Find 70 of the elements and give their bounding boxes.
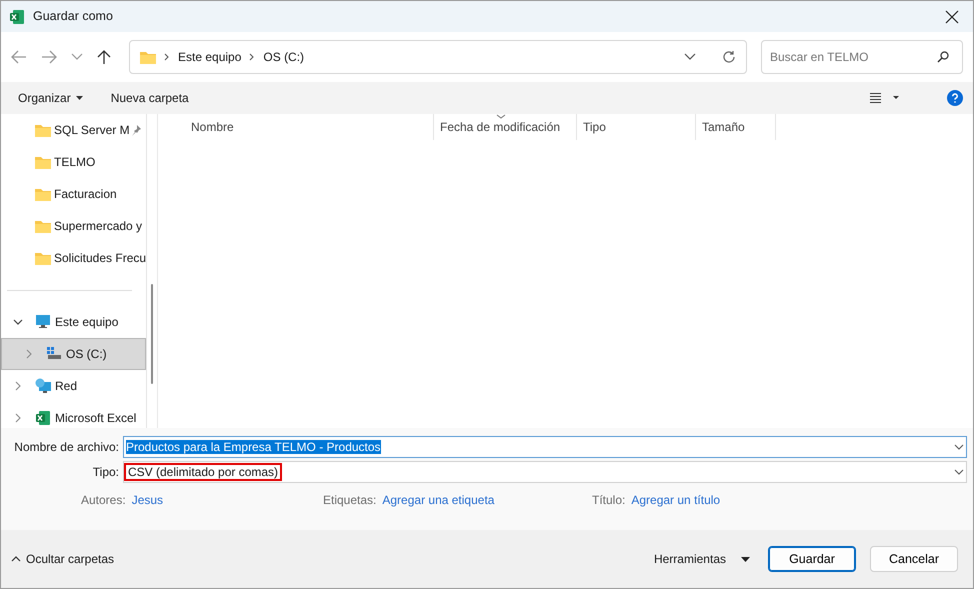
file-type-label: Tipo: <box>92 464 120 481</box>
search-field[interactable]: Buscar en TELMO <box>761 40 963 74</box>
caret-icon <box>76 96 83 100</box>
tree-item[interactable]: Este equipo <box>1 306 146 338</box>
sort-icon <box>496 114 506 119</box>
file-name-label: Nombre de archivo: <box>13 439 120 456</box>
folder-icon <box>35 155 51 169</box>
view-options-icon[interactable] <box>869 92 899 104</box>
caret-icon <box>741 556 750 562</box>
chevron-right-icon <box>249 53 256 61</box>
back-icon[interactable] <box>11 50 27 64</box>
chevron-right-icon <box>24 349 34 359</box>
metadata-link[interactable]: Agregar una etiqueta <box>382 491 494 509</box>
sidebar-item[interactable]: TELMO <box>1 146 146 178</box>
new-folder-button[interactable]: Nueva carpeta <box>110 89 189 107</box>
file-type-dropdown[interactable]: CSV (delimitado por comas) <box>123 461 967 483</box>
column-header[interactable]: Nombre <box>158 114 434 140</box>
column-header[interactable]: Tamaño <box>696 114 776 140</box>
sidebar-item[interactable]: Facturacion <box>1 178 146 210</box>
hide-folders-button[interactable]: Ocultar carpetas <box>11 550 114 568</box>
scrollbar[interactable] <box>151 284 153 384</box>
folder-icon <box>35 219 51 233</box>
chevron-right-icon <box>13 381 23 391</box>
folder-icon <box>140 50 156 64</box>
sidebar-item[interactable]: Solicitudes Frecu <box>1 242 146 274</box>
folder-icon <box>35 123 51 137</box>
metadata-link[interactable]: Agregar un título <box>631 491 720 509</box>
folder-icon <box>35 251 51 265</box>
column-header[interactable]: Tipo <box>577 114 696 140</box>
folder-icon <box>35 187 51 201</box>
excel-icon <box>35 410 51 426</box>
metadata-link[interactable]: Jesus <box>132 491 164 509</box>
tree-item[interactable]: Red <box>1 370 146 402</box>
save-button[interactable]: Guardar <box>768 546 856 572</box>
sidebar-item[interactable]: Supermercado y <box>1 210 146 242</box>
chevron-right-icon <box>164 53 170 61</box>
tree-item[interactable]: OS (C:) <box>1 338 146 370</box>
breadcrumb-item[interactable]: OS (C:) <box>263 48 304 66</box>
file-type-text: CSV (delimitado por comas) <box>126 465 280 479</box>
pin-icon <box>130 124 142 136</box>
address-bar[interactable]: Este equipo OS (C:) <box>129 40 747 74</box>
refresh-icon[interactable] <box>722 50 736 64</box>
forward-icon[interactable] <box>41 50 57 64</box>
help-icon[interactable] <box>947 90 963 106</box>
excel-icon <box>9 8 25 24</box>
chevron-down-icon[interactable] <box>954 444 964 450</box>
metadata-label: Etiquetas: <box>323 492 376 509</box>
chevron-up-icon <box>11 555 21 563</box>
tools-button[interactable]: Herramientas <box>654 550 750 568</box>
sidebar-item[interactable]: SQL Server M <box>1 114 146 146</box>
chevron-down-icon[interactable] <box>954 469 964 475</box>
up-icon[interactable] <box>97 49 111 65</box>
window-title: Guardar como <box>33 8 114 26</box>
metadata-label: Título: <box>592 492 626 509</box>
cancel-button[interactable]: Cancelar <box>870 546 958 572</box>
metadata-label: Autores: <box>81 492 126 509</box>
organize-button[interactable]: Organizar <box>18 89 83 107</box>
chevron-down-icon <box>13 317 23 327</box>
chevron-down-icon <box>684 53 696 61</box>
column-header[interactable]: Fecha de modificación <box>434 114 577 140</box>
file-name-text: Productos para la Empresa TELMO - Productos <box>126 440 381 454</box>
chevron-right-icon <box>13 413 23 423</box>
computer-icon <box>35 314 51 330</box>
tree-item[interactable]: Microsoft Excel <box>1 402 146 428</box>
search-icon[interactable] <box>937 51 949 63</box>
file-name-field[interactable]: Productos para la Empresa TELMO - Productos <box>123 436 967 458</box>
breadcrumb-item[interactable]: Este equipo <box>178 48 242 66</box>
drive-icon <box>46 346 62 362</box>
close-icon[interactable] <box>945 10 959 24</box>
network-icon <box>35 378 51 394</box>
